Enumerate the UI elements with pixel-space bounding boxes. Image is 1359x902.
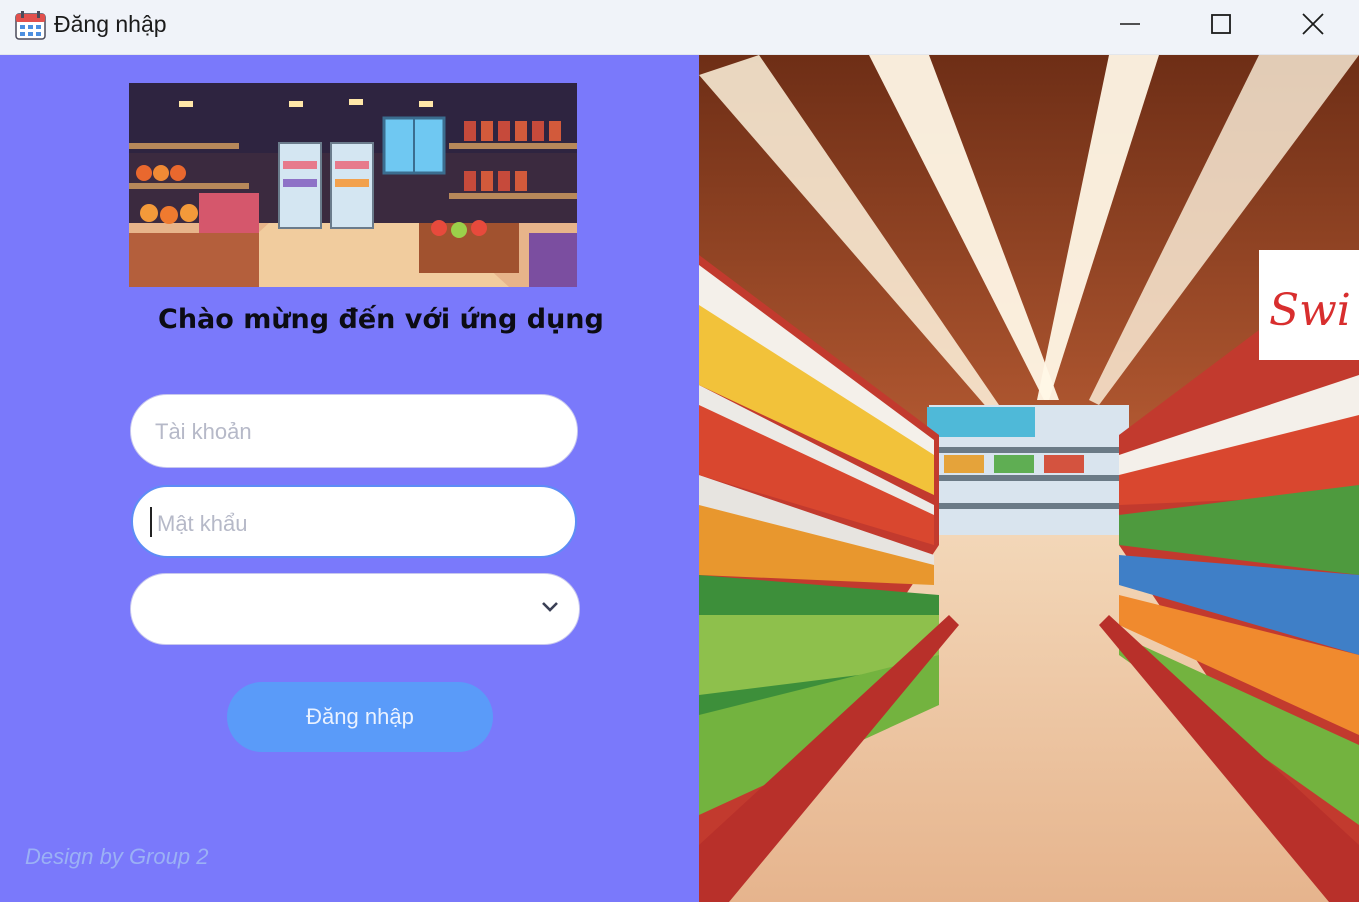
text-caret (150, 507, 152, 537)
login-button[interactable]: Đăng nhập (227, 682, 493, 752)
password-field[interactable] (131, 485, 577, 561)
username-field[interactable] (130, 394, 578, 469)
close-button[interactable] (1267, 0, 1359, 48)
maximize-icon (1211, 14, 1231, 34)
welcome-heading: Chào mừng đến với ứng dụng (158, 304, 604, 335)
window-title: Đăng nhập (54, 11, 167, 37)
password-input[interactable] (155, 487, 559, 561)
title-bar: Đăng nhập (0, 0, 1359, 55)
svg-text:Swi: Swi (1269, 285, 1351, 336)
username-input[interactable] (153, 395, 557, 469)
close-icon (1302, 13, 1324, 35)
credit-text: Design by Group 2 (25, 844, 209, 869)
supermarket-image: Swi (699, 55, 1359, 902)
store-banner-image (129, 83, 577, 287)
role-dropdown[interactable] (130, 573, 580, 645)
chevron-down-icon (542, 602, 558, 612)
supermarket-aisle-illustration: Swi (699, 55, 1359, 902)
maximize-button[interactable] (1175, 0, 1267, 48)
minimize-button[interactable] (1084, 0, 1176, 48)
minimize-icon (1120, 23, 1140, 25)
calendar-app-icon (15, 11, 46, 40)
login-panel: Chào mừng đến với ứng dụng Đăng nhập Des… (0, 55, 699, 902)
